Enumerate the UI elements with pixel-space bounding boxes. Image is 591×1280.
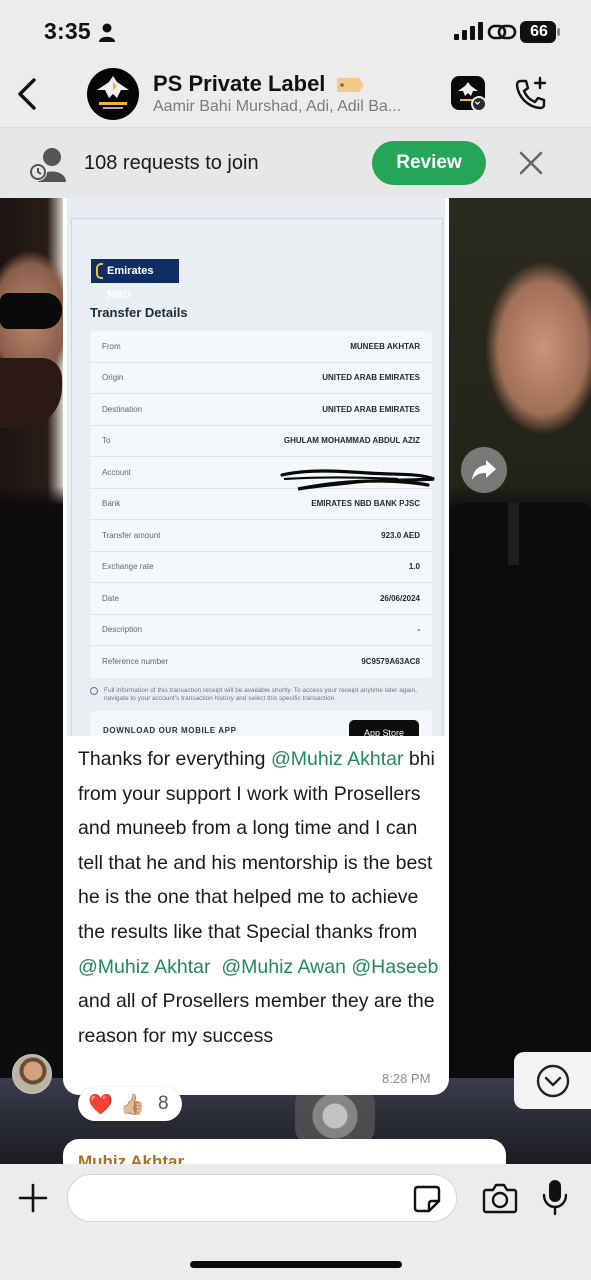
mention-link[interactable]: @Muhiz Akhtar: [271, 748, 404, 770]
signal-icon: [454, 22, 483, 40]
chevron-down-icon: [536, 1064, 570, 1098]
message-text-part: bhi from your support I work with Prosel…: [78, 748, 435, 943]
tag-icon: [337, 78, 364, 92]
thumbs-up-reaction: 👍🏼: [120, 1094, 145, 1116]
wallpaper-watch: [295, 1086, 375, 1146]
group-title[interactable]: PS Private Label: [153, 71, 325, 97]
requests-text: 108 requests to join: [84, 152, 259, 174]
detail-row-destination: Destination UNITED ARAB EMIRATES: [90, 394, 432, 426]
requests-icon[interactable]: [28, 146, 70, 182]
detail-row-date: Date 26/06/2024: [90, 583, 432, 615]
receipt-title: Transfer Details: [90, 305, 188, 320]
app-store-label: App Store: [363, 728, 405, 736]
detail-label: Description: [102, 625, 143, 635]
mention-link[interactable]: @Muhiz Awan: [221, 956, 346, 978]
wallpaper-sunglasses-left: [0, 293, 62, 329]
heart-reaction: ❤️: [88, 1094, 113, 1116]
bank-logo-mark: [96, 263, 103, 279]
detail-row-amount: Transfer amount 923.0 AED: [90, 520, 432, 552]
receipt-card: Emirates NBD Transfer Details From MUNEE…: [71, 218, 443, 736]
detail-row-exchange-rate: Exchange rate 1.0: [90, 552, 432, 583]
wallpaper-person-right: [448, 198, 591, 1158]
message-composer: [0, 1164, 591, 1280]
eagle-logo: [97, 76, 129, 109]
forward-button[interactable]: [461, 447, 507, 493]
receipt-image[interactable]: Emirates NBD Transfer Details From MUNEE…: [67, 198, 445, 736]
home-indicator: [190, 1261, 402, 1268]
detail-label: Transfer amount: [102, 530, 161, 540]
message-text-part: and all of Prosellers member they are th…: [78, 990, 435, 1047]
reaction-count: 8: [158, 1093, 169, 1114]
download-app-label: DOWNLOAD OUR MOBILE APP: [103, 726, 237, 735]
group-members[interactable]: Aamir Bahi Murshad, Adi, Adil Ba...: [153, 98, 438, 116]
detail-row-origin: Origin UNITED ARAB EMIRATES: [90, 363, 432, 394]
detail-value: 923.0 AED: [381, 530, 420, 540]
detail-row-from: From MUNEEB AKHTAR: [90, 331, 432, 363]
detail-value: 1.0: [408, 562, 420, 572]
detail-value: 9C9579A63AC8: [361, 657, 420, 667]
receipt-note: Full information of this transaction rec…: [90, 687, 432, 703]
join-requests-banner: 108 requests to join Review: [0, 128, 591, 198]
account-redaction-scribble: [280, 469, 435, 491]
info-icon: [90, 687, 98, 695]
message-text-part: [211, 956, 222, 978]
detail-label: Exchange rate: [102, 562, 154, 572]
link-icon: [487, 24, 517, 40]
battery-level: 66: [530, 23, 548, 40]
bank-logo-text: Emirates NBD: [107, 265, 154, 301]
detail-label: Date: [102, 593, 119, 603]
detail-value: -: [417, 625, 420, 635]
detail-label: Destination: [102, 404, 143, 414]
download-app-strip: DOWNLOAD OUR MOBILE APP App Store: [90, 711, 432, 736]
sender-avatar[interactable]: [12, 1054, 52, 1094]
detail-label: Reference number: [102, 657, 169, 667]
chevron-down-icon: [471, 96, 487, 112]
wallpaper-person-left: [0, 198, 70, 1158]
bank-logo: Emirates NBD: [91, 259, 179, 301]
detail-label: Origin: [102, 373, 124, 383]
wallpaper-sunglasses-right: [452, 503, 591, 565]
app-store-badge: App Store: [349, 720, 419, 736]
detail-label: Bank: [102, 499, 121, 509]
detail-label: Account: [102, 467, 131, 477]
detail-row-reference: Reference number 9C9579A63AC8: [90, 646, 432, 678]
mic-icon[interactable]: [541, 1178, 569, 1216]
detail-row-description: Description -: [90, 615, 432, 646]
call-add-icon[interactable]: [513, 76, 549, 112]
message-input[interactable]: [67, 1174, 457, 1222]
review-button[interactable]: Review: [372, 141, 486, 185]
plus-icon[interactable]: [18, 1183, 48, 1213]
status-bar: 3:35 66: [0, 0, 591, 62]
reactions-pill[interactable]: ❤️ 👍🏼 8: [78, 1087, 182, 1121]
detail-value: GHULAM MOHAMMAD ABDUL AZIZ: [283, 436, 420, 446]
detail-row-to: To GHULAM MOHAMMAD ABDUL AZIZ: [90, 426, 432, 457]
detail-value: EMIRATES NBD BANK PJSC: [311, 499, 420, 509]
camera-icon[interactable]: [482, 1182, 518, 1214]
message-text-part: Thanks for everything: [78, 748, 271, 770]
mention-link[interactable]: @Muhiz Akhtar: [78, 956, 211, 978]
detail-value: 26/06/2024: [379, 593, 420, 603]
back-icon[interactable]: [14, 76, 44, 112]
detail-row-bank: Bank EMIRATES NBD BANK PJSC: [90, 489, 432, 520]
scroll-to-bottom-button[interactable]: [514, 1052, 591, 1109]
detail-value: UNITED ARAB EMIRATES: [322, 373, 420, 383]
group-avatar[interactable]: [87, 68, 139, 120]
message-time: 8:28 PM: [382, 1071, 431, 1086]
detail-value: MUNEEB AKHTAR: [350, 341, 420, 351]
chat-header: PS Private Label Aamir Bahi Murshad, Adi…: [0, 62, 591, 128]
sticker-icon[interactable]: [412, 1184, 442, 1214]
detail-label: From: [102, 341, 121, 351]
forward-icon: [472, 460, 496, 480]
status-time: 3:35: [44, 18, 91, 44]
message-text: Thanks for everything @Muhiz Akhtar bhi …: [78, 742, 440, 1053]
detail-value: UNITED ARAB EMIRATES: [322, 404, 420, 414]
transfer-details-table: From MUNEEB AKHTAR Origin UNITED ARAB EM…: [90, 331, 432, 678]
close-icon[interactable]: [517, 149, 545, 177]
mention-link[interactable]: @Haseeb: [351, 956, 438, 978]
status-person-icon: [99, 23, 115, 42]
receipt-note-text: Full information of this transaction rec…: [104, 687, 417, 702]
detail-label: To: [102, 436, 111, 446]
